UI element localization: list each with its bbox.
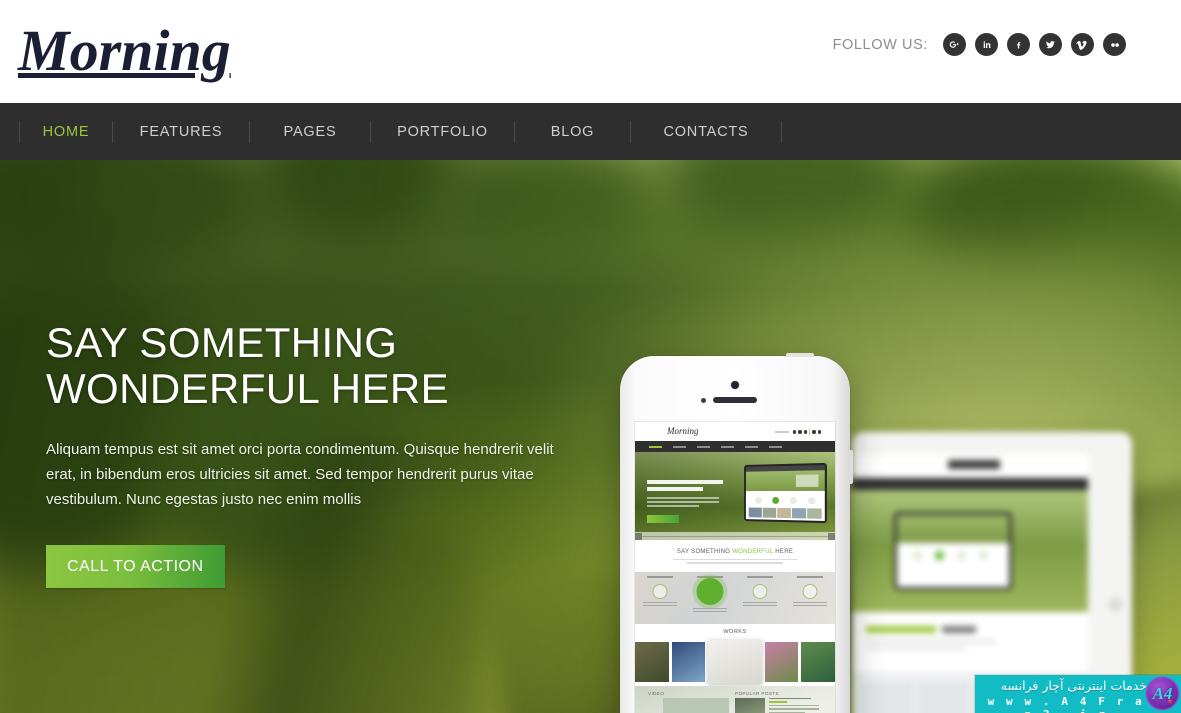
hero-title-line-2: WONDERFUL HERE [46,365,450,412]
mini-hero [635,452,835,540]
mini-slider-controls [635,532,835,540]
mini-laptop-image [744,462,827,524]
page-root: Morning FOLLOW US: HOME FEATURES PAGES P… [0,0,1181,713]
flickr-icon[interactable] [1103,33,1126,56]
hero-title-line-1: SAY SOMETHING [46,319,398,366]
call-to-action-button[interactable]: CALL TO ACTION [46,545,225,588]
mini-works-title: WORKS [723,629,747,635]
phone-sensor-icon [701,398,706,403]
watermark-farsi-text: خدمات اینترنتی آچار فرانسه [1000,678,1147,693]
top-bar: Morning FOLLOW US: [0,0,1181,103]
nav-divider [781,120,782,143]
nav-item-portfolio[interactable]: PORTFOLIO [371,124,514,140]
nav-item-pages[interactable]: PAGES [250,124,370,140]
mini-site-nav [635,441,835,452]
mini-works-section: WORKS [635,624,835,686]
mini-video-section: VIDEO POPULAR POSTS [635,686,835,713]
mini-video-thumbnail [663,698,729,713]
mini-social-icons [775,429,821,435]
linkedin-icon[interactable] [975,33,998,56]
nav-item-home[interactable]: HOME [20,124,112,140]
phone-speaker-icon [713,397,757,403]
a4fran3-logo-icon: A4 [1147,678,1178,709]
main-navigation: HOME FEATURES PAGES PORTFOLIO BLOG CONTA… [0,103,1181,160]
phone-side-button [850,450,853,484]
hero-content: SAY SOMETHING WONDERFUL HERE Aliquam tem… [46,320,606,588]
vimeo-icon[interactable] [1071,33,1094,56]
mini-popular-posts-label: POPULAR POSTS [735,691,780,696]
tablet-mockup [852,432,1132,713]
phone-screen: Morning SAY SOMETHING WONDERFUL HERE WOR… [635,422,835,713]
phone-camera-icon [731,381,739,389]
mini-features-section [635,572,835,624]
mini-cta-button [647,515,679,523]
site-logo[interactable]: Morning [18,16,231,86]
google-plus-icon[interactable] [943,33,966,56]
watermark-banner[interactable]: خدمات اینترنتی آچار فرانسه w w w . A 4 F… [975,675,1181,713]
phone-power-button [786,353,814,357]
mini-video-label: VIDEO [648,691,665,696]
twitter-icon[interactable] [1039,33,1062,56]
hero-paragraph: Aliquam tempus est sit amet orci porta c… [46,441,554,508]
hero-section: Morning SAY SOMETHING WONDERFUL HERE WOR… [0,160,1181,713]
phone-mockup: Morning SAY SOMETHING WONDERFUL HERE WOR… [620,353,853,713]
nav-item-blog[interactable]: BLOG [515,124,630,140]
nav-item-contacts[interactable]: CONTACTS [631,124,781,140]
watermark-url: w w w . A 4 F r a n 3 . i r [987,695,1145,713]
facebook-icon[interactable] [1007,33,1030,56]
mini-tagline: SAY SOMETHING WONDERFUL HERE [676,549,794,555]
follow-us-group: FOLLOW US: [833,33,1126,56]
follow-us-label: FOLLOW US: [832,36,928,53]
hero-title: SAY SOMETHING WONDERFUL HERE [46,320,606,412]
mini-tagline-section: SAY SOMETHING WONDERFUL HERE [635,540,835,572]
nav-item-features[interactable]: FEATURES [113,124,249,140]
tablet-home-button [1109,598,1122,611]
watermark-logo-text: A4 [1152,684,1173,703]
mini-site-header: Morning [635,422,835,441]
mini-site-logo: Morning [667,426,699,436]
